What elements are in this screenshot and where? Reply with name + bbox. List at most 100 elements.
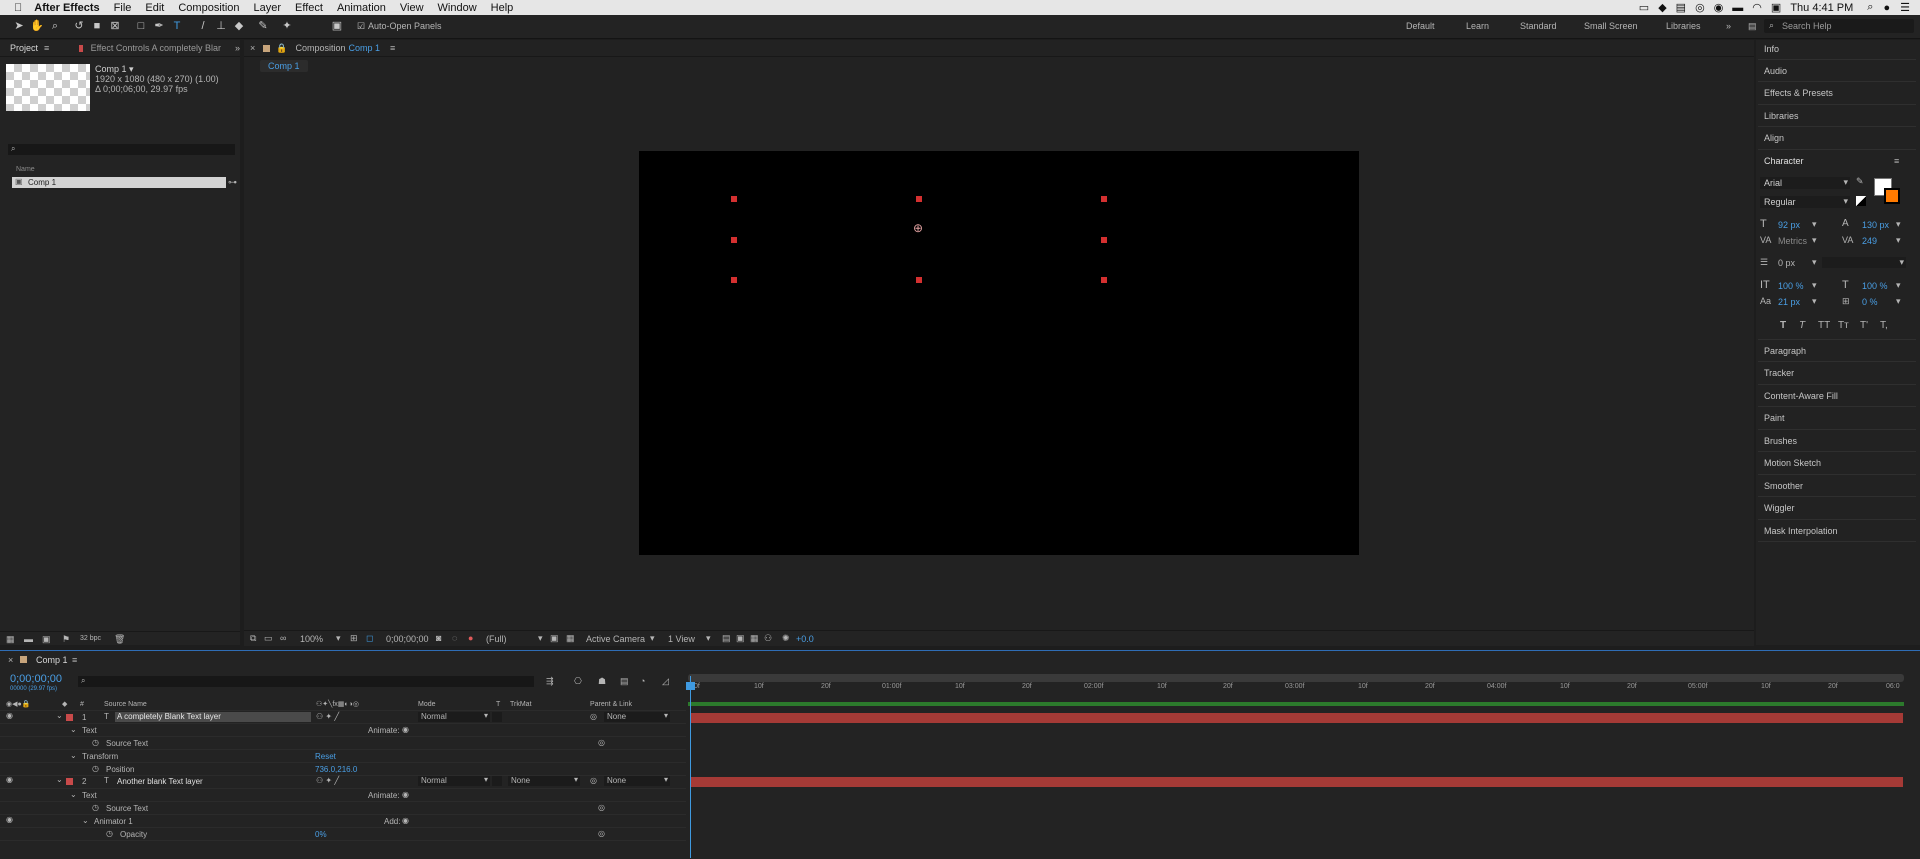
panel-mask-interpolation[interactable]: Mask Interpolation [1764, 526, 1838, 536]
text-bbox-handle-bl[interactable] [731, 277, 737, 283]
workspace-menu-icon[interactable]: ▤ [1748, 21, 1757, 32]
work-area-bar[interactable] [688, 702, 1904, 706]
horizontal-scale-value[interactable]: 100 % [1862, 281, 1888, 291]
animator-twirl-icon[interactable]: ⌄ [82, 816, 89, 825]
project-column-name[interactable]: Name [16, 166, 35, 173]
layer1-parent-dropdown[interactable]: None ▾ [604, 711, 670, 722]
brush-tool-icon[interactable]: / [196, 19, 210, 33]
faux-bold-button[interactable]: T [1780, 320, 1786, 331]
small-caps-button[interactable]: Tт [1838, 320, 1849, 331]
adjust-icon[interactable]: ⚑ [62, 634, 70, 645]
layer1-mode-dropdown[interactable]: Normal ▾ [418, 711, 490, 722]
opacity-stopwatch-icon[interactable]: ◷ [106, 829, 113, 838]
pan-behind-tool-icon[interactable]: ⊠ [108, 19, 122, 33]
trash-icon[interactable]: 🗑 [114, 634, 125, 645]
layer2-mode-dropdown[interactable]: Normal ▾ [418, 775, 490, 786]
show-snapshot-icon[interactable]: ◌ [452, 633, 457, 643]
tsume-value[interactable]: 0 % [1862, 297, 1878, 307]
font-style-dropdown[interactable]: Regular ▾ [1760, 196, 1850, 208]
composition-tab-menu-icon[interactable]: ≡ [390, 43, 395, 53]
col-parent[interactable]: Parent & Link [590, 701, 632, 708]
layer2-switches[interactable]: ⚇ ✦ ╱ [316, 776, 339, 785]
all-caps-button[interactable]: TT [1818, 320, 1830, 331]
draft-3d-icon[interactable]: ⎔ [574, 676, 582, 687]
layer2-text-group[interactable]: Text [82, 791, 97, 800]
fast-draft-icon[interactable]: ▣ [736, 633, 745, 644]
panel-info[interactable]: Info [1764, 44, 1779, 54]
flowchart-icon[interactable]: ⊶ [228, 177, 237, 188]
stroke-style-dropdown[interactable]: ▾ [1822, 257, 1906, 268]
layer2-source-text-stopwatch-icon[interactable]: ◷ [92, 803, 99, 812]
anchor-point-icon[interactable]: ⊕ [913, 221, 923, 235]
layer1-twirl-icon[interactable]: ⌄ [56, 711, 63, 720]
baseline-shift-value[interactable]: 21 px [1778, 297, 1800, 307]
layer2-trkmat-box[interactable] [492, 776, 502, 786]
frame-blending-icon[interactable]: ▤ [620, 676, 629, 687]
layer1-animate-button-icon[interactable]: ◉ [402, 725, 409, 734]
swap-colors-icon[interactable] [1856, 196, 1866, 206]
menu-file[interactable]: File [114, 2, 132, 14]
panel-smoother[interactable]: Smoother [1764, 481, 1803, 491]
clone-stamp-tool-icon[interactable]: ⊥ [214, 19, 228, 33]
col-mode[interactable]: Mode [418, 701, 436, 708]
workspace-standard[interactable]: Standard [1520, 21, 1557, 31]
camera-tool-icon[interactable]: ■ [90, 19, 104, 33]
menu-list-icon[interactable]: ☰ [1900, 1, 1910, 14]
tsume-chevron-icon[interactable]: ▾ [1896, 296, 1901, 307]
stroke-width-chevron-icon[interactable]: ▾ [1812, 257, 1817, 268]
project-search-input[interactable]: ⌕ [8, 144, 235, 155]
workspace-overflow-icon[interactable]: » [1726, 21, 1731, 31]
composition-tab-name[interactable]: Comp 1 [349, 43, 381, 53]
apple-icon[interactable]:  [14, 2, 22, 14]
layer2-text-twirl-icon[interactable]: ⌄ [70, 790, 77, 799]
lock-icon[interactable]: 🔒 [276, 43, 287, 54]
battery-icon[interactable]: ▬ [1732, 2, 1743, 14]
layer1-label-chip[interactable] [66, 714, 73, 721]
col-num[interactable]: # [80, 701, 84, 708]
timeline-tab[interactable]: Comp 1 [36, 655, 68, 665]
eyedropper-icon[interactable]: ✎ [1856, 176, 1864, 187]
snapping-icon[interactable]: ▣ [330, 19, 344, 33]
panel-align[interactable]: Align [1764, 133, 1784, 143]
rectangle-tool-icon[interactable]: □ [134, 19, 148, 33]
subscript-button[interactable]: T, [1880, 320, 1888, 331]
auto-open-checkbox[interactable]: ☑ [354, 19, 368, 33]
pen-tool-icon[interactable]: ✒ [152, 19, 166, 33]
layer2-source-text-link-icon[interactable]: ◎ [598, 803, 605, 812]
folder-icon[interactable]: ▤ [1676, 1, 1686, 14]
text-bbox-handle-br[interactable] [1101, 277, 1107, 283]
text-bbox-handle-mr[interactable] [1101, 237, 1107, 243]
superscript-button[interactable]: T' [1860, 320, 1868, 331]
kerning-value[interactable]: Metrics [1778, 236, 1807, 246]
zoom-dropdown[interactable]: 100% [300, 634, 323, 644]
kerning-chevron-icon[interactable]: ▾ [1812, 235, 1817, 246]
hand-tool-icon[interactable]: ✋ [30, 19, 44, 33]
opacity-value[interactable]: 0% [315, 830, 327, 839]
layer2-duration-bar[interactable] [691, 777, 1903, 787]
layer2-source-text[interactable]: Source Text [106, 804, 148, 813]
puppet-tool-icon[interactable]: ✦ [280, 19, 294, 33]
panel-tracker[interactable]: Tracker [1764, 368, 1794, 378]
zoom-tool-icon[interactable]: ⌕ [48, 19, 62, 33]
menu-view[interactable]: View [400, 2, 424, 14]
character-menu-icon[interactable]: ≡ [1894, 156, 1899, 166]
layer2-parent-dropdown[interactable]: None ▾ [604, 775, 670, 786]
panel-effects-presets[interactable]: Effects & Presets [1764, 88, 1833, 98]
timeline-close-icon[interactable]: × [8, 655, 13, 665]
layer1-name-field[interactable]: A completely Blank Text layer [115, 712, 311, 722]
layer1-duration-bar[interactable] [691, 713, 1903, 723]
layer2-name[interactable]: Another blank Text layer [117, 777, 203, 786]
layer2-pickwhip-icon[interactable]: ◎ [590, 776, 597, 785]
clock[interactable]: Thu 4:41 PM [1790, 2, 1853, 14]
vertical-scale-value[interactable]: 100 % [1778, 281, 1804, 291]
col-t[interactable]: T [496, 701, 500, 708]
wifi-icon[interactable]: ◠ [1752, 1, 1762, 14]
effect-controls-tab[interactable]: Effect Controls A completely Blar [91, 43, 221, 53]
graph-editor-icon[interactable]: ◿ [662, 676, 669, 687]
panel-overflow-icon[interactable]: » [235, 43, 240, 53]
table-row[interactable] [0, 776, 686, 789]
fast-preview-icon[interactable]: ▣ [550, 633, 559, 644]
view-layout-dropdown[interactable]: 1 View [668, 634, 695, 644]
menu-help[interactable]: Help [491, 2, 514, 14]
panel-paint[interactable]: Paint [1764, 413, 1785, 423]
